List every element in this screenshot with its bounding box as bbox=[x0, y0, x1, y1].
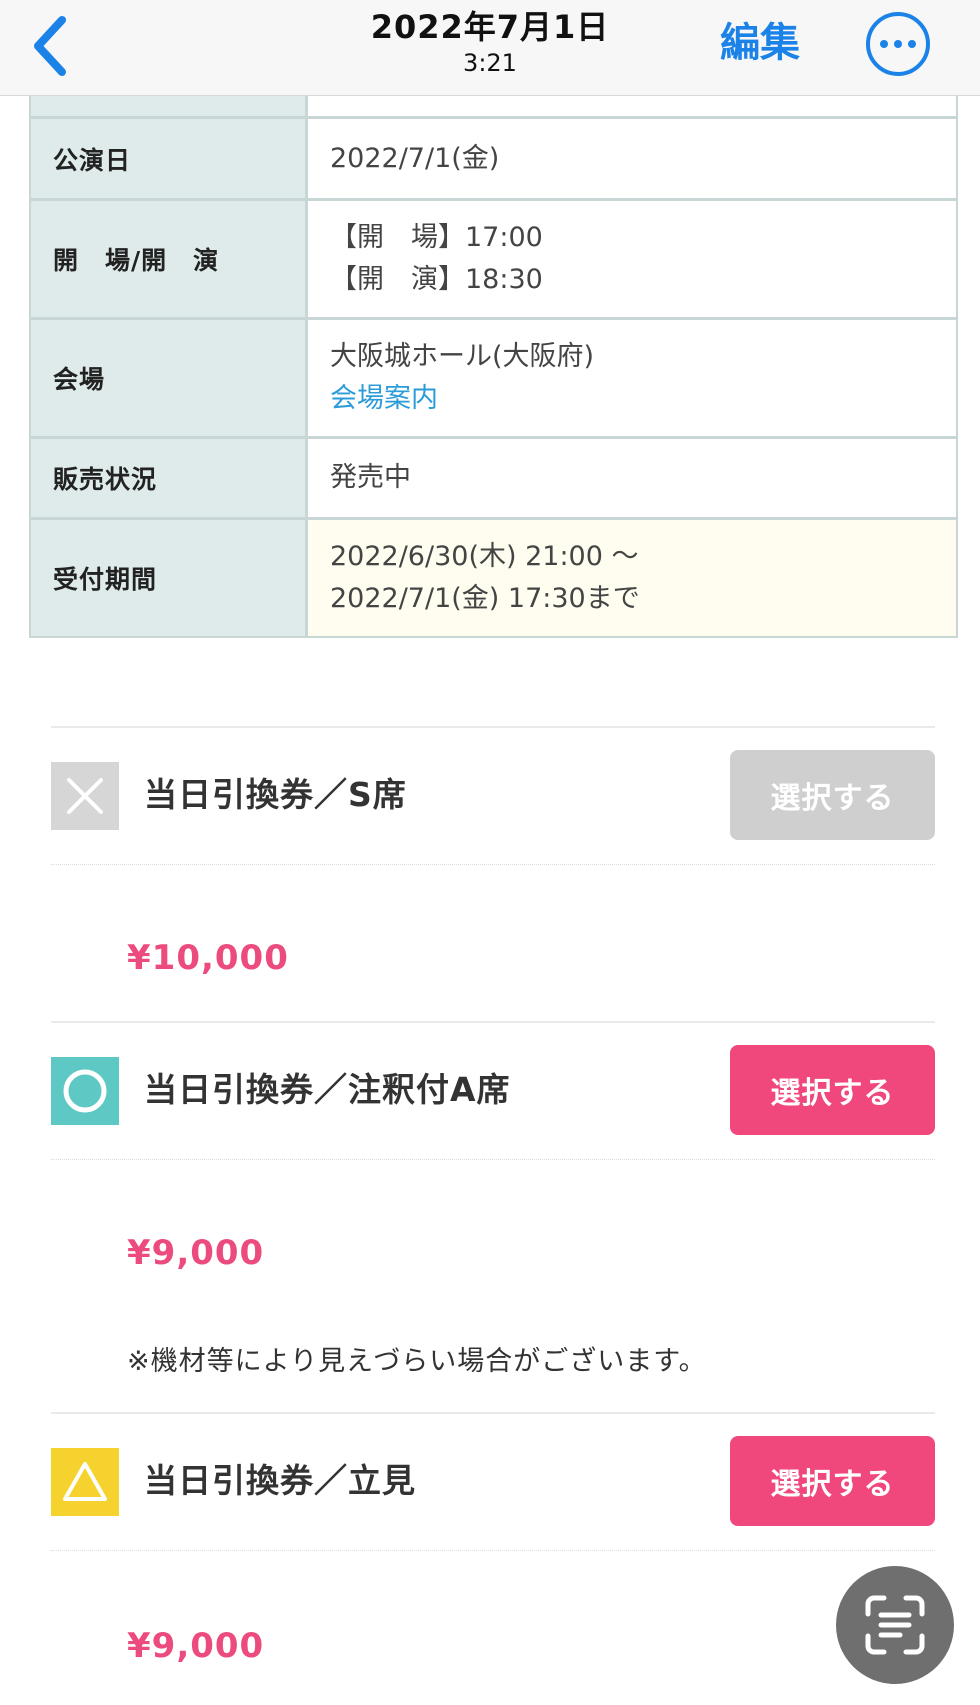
table-value-cell bbox=[308, 96, 956, 116]
screen-title: 2022年7月1日 3:21 bbox=[330, 6, 650, 78]
table-header-cell bbox=[31, 96, 308, 116]
performance-date-text: 2022/7/1(金) bbox=[330, 142, 500, 174]
reception-end-text: 2022/7/1(金) 17:30まで bbox=[330, 583, 640, 614]
more-dot-icon bbox=[908, 40, 916, 48]
select-button[interactable]: 選択する bbox=[730, 1045, 935, 1135]
open-time-text: 【開 場】17:00 bbox=[330, 222, 543, 253]
ticket-name: 当日引換券／S席 bbox=[144, 775, 407, 814]
divider bbox=[51, 1550, 935, 1551]
divider bbox=[51, 1159, 935, 1160]
ticket-item: 当日引換券／立見 選択する ¥9,000 bbox=[51, 1412, 935, 1666]
ticket-price: ¥9,000 bbox=[127, 1626, 265, 1666]
title-date: 2022年7月1日 bbox=[370, 8, 610, 46]
table-row-open-start: 開 場/開 演 【開 場】17:00 【開 演】18:30 bbox=[31, 198, 956, 317]
reception-period-label: 受付期間 bbox=[31, 520, 308, 636]
table-row-sales-status: 販売状況 発売中 bbox=[31, 436, 956, 517]
ticket-name: 当日引換券／注釈付A席 bbox=[144, 1070, 511, 1109]
event-info-table: 公演日 2022/7/1(金) 開 場/開 演 【開 場】17:00 【開 演】… bbox=[29, 96, 958, 638]
sales-status-text: 発売中 bbox=[330, 462, 411, 493]
edit-button[interactable]: 編集 bbox=[720, 14, 800, 72]
ticket-name: 当日引換券／立見 bbox=[144, 1461, 416, 1500]
ticket-item: 当日引換券／注釈付A席 選択する ¥9,000 ※機材等により見えづらい場合がご… bbox=[51, 1021, 935, 1377]
performance-date-value: 2022/7/1(金) bbox=[308, 119, 956, 198]
chevron-left-icon bbox=[34, 16, 66, 76]
venue-guide-link[interactable]: 会場案内 bbox=[330, 378, 956, 420]
select-button[interactable]: 選択する bbox=[730, 1436, 935, 1526]
navigation-bar: 2022年7月1日 3:21 編集 bbox=[0, 0, 980, 96]
table-row-performance-date: 公演日 2022/7/1(金) bbox=[31, 116, 956, 198]
ticket-header: 当日引換券／注釈付A席 選択する bbox=[51, 1045, 935, 1135]
cross-icon bbox=[51, 762, 119, 830]
performance-date-label: 公演日 bbox=[31, 119, 308, 198]
ticket-header: 当日引換券／S席 選択する bbox=[51, 750, 935, 840]
divider bbox=[51, 1021, 935, 1023]
venue-name-text: 大阪城ホール(大阪府) bbox=[330, 341, 595, 372]
scan-text-button[interactable] bbox=[836, 1566, 954, 1684]
ticket-item: 当日引換券／S席 選択する ¥10,000 bbox=[51, 726, 935, 986]
sales-status-label: 販売状況 bbox=[31, 439, 308, 517]
table-row-partial bbox=[31, 96, 956, 116]
back-button[interactable] bbox=[26, 10, 86, 80]
venue-label: 会場 bbox=[31, 320, 308, 436]
circle-icon bbox=[51, 1057, 119, 1125]
start-time-text: 【開 演】18:30 bbox=[330, 264, 543, 295]
triangle-icon bbox=[51, 1448, 119, 1516]
open-start-value: 【開 場】17:00 【開 演】18:30 bbox=[308, 201, 956, 317]
open-start-label: 開 場/開 演 bbox=[31, 201, 308, 317]
divider bbox=[51, 1412, 935, 1414]
more-dot-icon bbox=[894, 40, 902, 48]
title-time: 3:21 bbox=[463, 49, 517, 77]
reception-period-value: 2022/6/30(木) 21:00 〜 2022/7/1(金) 17:30まで bbox=[308, 520, 956, 636]
more-dot-icon bbox=[880, 40, 888, 48]
table-row-reception-period: 受付期間 2022/6/30(木) 21:00 〜 2022/7/1(金) 17… bbox=[31, 517, 956, 636]
ticket-note: ※機材等により見えづらい場合がございます。 bbox=[127, 1346, 707, 1377]
ticket-price: ¥10,000 bbox=[127, 938, 289, 978]
sales-status-value: 発売中 bbox=[308, 439, 956, 517]
ticket-price: ¥9,000 bbox=[127, 1233, 265, 1273]
scan-text-icon bbox=[865, 1595, 925, 1655]
venue-value: 大阪城ホール(大阪府) 会場案内 bbox=[308, 320, 956, 436]
more-button[interactable] bbox=[866, 12, 930, 76]
divider bbox=[51, 864, 935, 865]
table-row-venue: 会場 大阪城ホール(大阪府) 会場案内 bbox=[31, 317, 956, 436]
divider bbox=[51, 726, 935, 728]
select-button[interactable]: 選択する bbox=[730, 750, 935, 840]
ticket-header: 当日引換券／立見 選択する bbox=[51, 1436, 935, 1526]
reception-start-text: 2022/6/30(木) 21:00 〜 bbox=[330, 541, 639, 572]
